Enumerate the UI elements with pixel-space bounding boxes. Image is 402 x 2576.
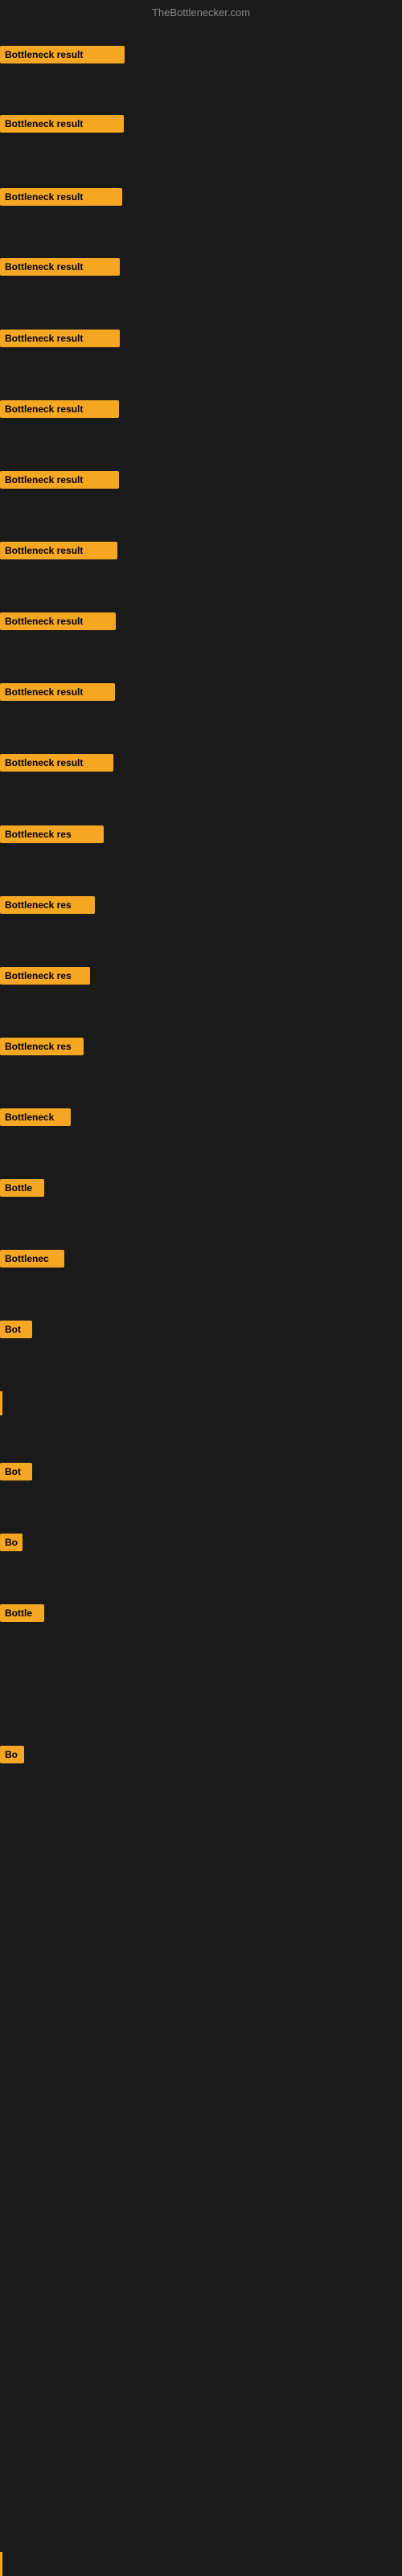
bottleneck-badge: Bottleneck result [0, 471, 119, 489]
cursor-bar [0, 2552, 2, 2576]
bottleneck-badge: Bo [0, 1746, 24, 1763]
bottleneck-badge: Bottleneck result [0, 258, 120, 276]
bottleneck-badge: Bottleneck [0, 1108, 71, 1126]
bottleneck-badge: Bottleneck result [0, 683, 115, 701]
bottleneck-badge: Bottleneck res [0, 896, 95, 914]
bottleneck-badge: Bottleneck result [0, 46, 125, 63]
bottleneck-badge: Bot [0, 1463, 32, 1480]
bottleneck-badge: Bottleneck result [0, 115, 124, 133]
site-title: TheBottlenecker.com [152, 6, 250, 18]
bottleneck-badge: Bottle [0, 1604, 44, 1622]
bottleneck-badge: Bottle [0, 1179, 44, 1197]
bottleneck-badge: Bottleneck result [0, 754, 113, 772]
bottleneck-badge: Bottleneck res [0, 967, 90, 985]
bottleneck-badge: Bottlenec [0, 1250, 64, 1268]
bottleneck-badge: Bottleneck res [0, 1038, 84, 1055]
bottleneck-badge: Bottleneck result [0, 612, 116, 630]
cursor-bar [0, 1391, 2, 1415]
bottleneck-badge: Bottleneck result [0, 188, 122, 206]
bottleneck-badge: Bottleneck result [0, 542, 117, 559]
bottleneck-badge: Bottleneck res [0, 825, 104, 843]
bottleneck-badge: Bo [0, 1534, 23, 1551]
bottleneck-badge: Bot [0, 1321, 32, 1338]
bottleneck-badge: Bottleneck result [0, 400, 119, 418]
bottleneck-badge: Bottleneck result [0, 330, 120, 347]
